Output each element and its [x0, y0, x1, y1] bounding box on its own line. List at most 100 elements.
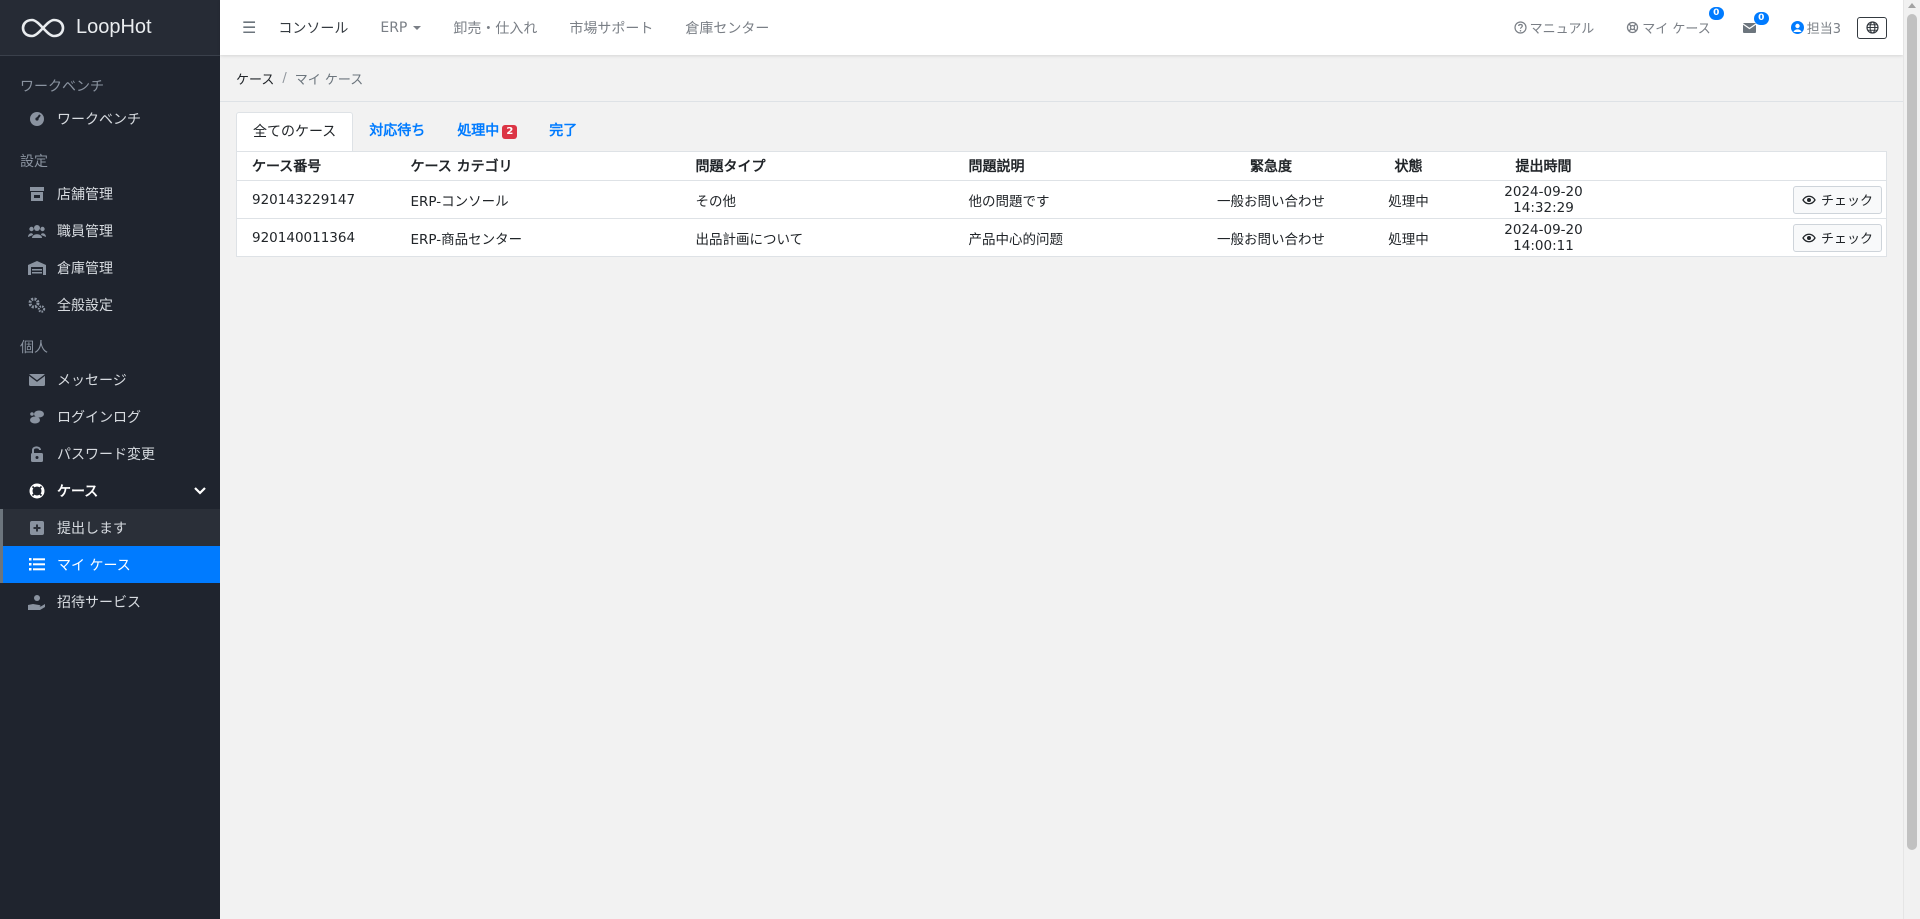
scroll-up-arrow-icon[interactable]: [1908, 3, 1916, 8]
my-case-link[interactable]: マイ ケース 0: [1626, 7, 1724, 37]
warehouse-icon: [28, 259, 46, 277]
submitted-time: 2024-09-20 14:00:11: [1458, 218, 1629, 257]
manual-label: マニュアル: [1529, 22, 1595, 37]
user-name: 担当3: [1806, 22, 1841, 37]
issue-type: 出品計画について: [680, 218, 954, 257]
hand-holding-icon: [28, 593, 46, 611]
envelope-icon: [28, 371, 46, 389]
manual-link[interactable]: マニュアル: [1514, 18, 1595, 37]
sidebar-item-case[interactable]: ケース: [0, 472, 220, 509]
sidebar-item-invite[interactable]: 招待サービス: [0, 583, 220, 620]
status: 処理中: [1358, 218, 1459, 257]
user-circle-icon: [1790, 21, 1804, 34]
lifering-icon: [28, 482, 46, 500]
sidebar-item-label: ケース: [57, 483, 99, 500]
login-log-icon: [28, 408, 46, 426]
column-header: 状態: [1358, 151, 1459, 181]
topnav-erp-label: ERP: [380, 19, 408, 36]
check-button-label: チェック: [1820, 194, 1873, 209]
column-header: [1628, 151, 1887, 181]
sidebar-item-warehouse[interactable]: 倉庫管理: [0, 249, 220, 286]
table-row: 920143229147 ERP-コンソール その他 他の問題です 一般お問い合…: [236, 180, 1887, 219]
sidebar-item-label: 招待サービス: [57, 594, 141, 611]
column-header: 問題説明: [953, 151, 1184, 181]
status: 処理中: [1358, 180, 1459, 219]
topnav-wholesale[interactable]: 卸売・仕入れ: [453, 18, 537, 38]
user-menu[interactable]: 担当3: [1790, 18, 1841, 37]
tab-all-cases[interactable]: 全てのケース: [236, 112, 354, 151]
case-tabs: 全てのケース 対応待ち 処理中 2 完了: [236, 112, 1887, 151]
issue-type: その他: [680, 180, 954, 219]
my-case-count-badge: 0: [1708, 7, 1724, 20]
sidebar-item-login-log[interactable]: ログインログ: [0, 398, 220, 435]
sidebar-item-store[interactable]: 店舗管理: [0, 175, 220, 212]
sidebar-item-workbench[interactable]: ワークベンチ: [0, 100, 220, 137]
gears-icon: [28, 296, 46, 314]
sidebar-item-my-case[interactable]: マイ ケース: [0, 546, 220, 583]
check-button-label: チェック: [1820, 232, 1873, 247]
column-header: 緊急度: [1183, 151, 1359, 181]
breadcrumb-separator: /: [282, 71, 287, 86]
processing-count-badge: 2: [502, 125, 518, 139]
topnav-warehouse-center[interactable]: 倉庫センター: [685, 18, 769, 38]
menu-toggle-icon[interactable]: ☰: [242, 18, 256, 37]
sidebar-item-label: 職員管理: [57, 223, 113, 240]
topnav-market-support[interactable]: 市場サポート: [569, 18, 653, 38]
lifering-icon: [1627, 21, 1639, 34]
section-personal: 個人: [20, 340, 48, 356]
topnav-console[interactable]: コンソール: [278, 18, 348, 38]
column-header: ケース カテゴリ: [395, 151, 681, 181]
table-row: 920140011364 ERP-商品センター 出品計画について 产品中心的问题…: [236, 218, 1887, 257]
tab-pending[interactable]: 対応待ち: [353, 112, 441, 151]
chevron-down-icon: [194, 483, 206, 499]
dashboard-icon: [28, 110, 46, 128]
question-circle-icon: [1514, 21, 1527, 34]
urgency: 一般お問い合わせ: [1183, 180, 1359, 219]
sidebar-item-password[interactable]: パスワード変更: [0, 435, 220, 472]
sidebar-item-staff[interactable]: 職員管理: [0, 212, 220, 249]
language-button[interactable]: [1857, 16, 1887, 39]
breadcrumb: ケース / マイ ケース: [220, 56, 1903, 102]
column-header: 問題タイプ: [680, 151, 954, 181]
sidebar-item-label: ログインログ: [57, 409, 141, 426]
submitted-time: 2024-09-20 14:32:29: [1458, 180, 1629, 219]
sidebar-item-label: 全般設定: [57, 297, 113, 314]
sidebar: LoopHot ワークベンチ ワークベンチ 設定 店舗管理 職員管理 倉庫管理 …: [0, 0, 220, 919]
column-header: 提出時間: [1458, 151, 1629, 181]
infinity-logo-icon: [21, 18, 65, 37]
top-nav: コンソール ERP 卸売・仕入れ 市場サポート 倉庫センター: [278, 18, 801, 38]
mail-link[interactable]: 0: [1742, 11, 1769, 33]
list-icon: [28, 556, 46, 574]
issue-description: 他の問題です: [953, 180, 1184, 219]
scrollbar-thumb[interactable]: [1907, 14, 1917, 850]
eye-icon: [1802, 195, 1816, 204]
unlock-icon: [28, 445, 46, 463]
case-table: ケース番号 ケース カテゴリ 問題タイプ 問題説明 緊急度 状態 提出時間 92…: [236, 151, 1887, 257]
sidebar-item-label: 店舗管理: [57, 186, 113, 203]
top-navbar: ☰ コンソール ERP 卸売・仕入れ 市場サポート 倉庫センター マニュアル マ…: [220, 0, 1903, 55]
case-category: ERP-商品センター: [395, 218, 681, 257]
brand[interactable]: LoopHot: [0, 0, 220, 56]
breadcrumb-case[interactable]: ケース: [236, 69, 274, 88]
sidebar-item-messages[interactable]: メッセージ: [0, 361, 220, 398]
sidebar-item-label: パスワード変更: [57, 446, 155, 463]
store-icon: [28, 185, 46, 203]
breadcrumb-current: マイ ケース: [294, 73, 364, 88]
case-number: 920143229147: [236, 180, 396, 219]
tab-processing[interactable]: 処理中 2: [441, 112, 533, 151]
section-workbench: ワークベンチ: [20, 79, 104, 95]
sidebar-item-label: 倉庫管理: [57, 260, 113, 277]
vertical-scrollbar[interactable]: [1903, 0, 1920, 919]
case-category: ERP-コンソール: [395, 180, 681, 219]
topbar-right: マニュアル マイ ケース 0 0 担当3: [1482, 7, 1887, 39]
topnav-erp[interactable]: ERP: [380, 19, 422, 36]
check-button[interactable]: チェック: [1792, 223, 1882, 252]
tab-completed[interactable]: 完了: [533, 112, 593, 151]
sidebar-item-general-settings[interactable]: 全般設定: [0, 286, 220, 323]
check-button[interactable]: チェック: [1792, 185, 1882, 214]
sidebar-item-label: ワークベンチ: [57, 111, 141, 128]
column-header: ケース番号: [236, 151, 396, 181]
my-case-label: マイ ケース: [1642, 22, 1711, 37]
sidebar-item-submit[interactable]: 提出します: [0, 509, 220, 546]
section-settings: 設定: [20, 154, 48, 170]
